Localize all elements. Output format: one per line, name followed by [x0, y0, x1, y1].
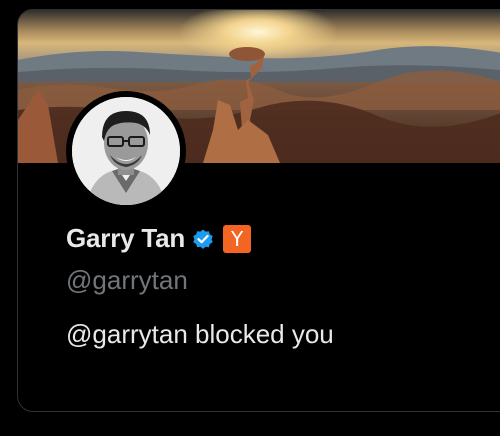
- profile-card: Garry Tan Y @garrytan @garrytan blocked …: [17, 9, 500, 412]
- name-row: Garry Tan Y: [66, 223, 252, 254]
- avatar-photo-icon: [72, 97, 180, 205]
- display-name[interactable]: Garry Tan: [66, 223, 185, 254]
- username-handle: @garrytan: [66, 265, 188, 295]
- verified-badge-icon[interactable]: [191, 227, 215, 251]
- blocked-message: @garrytan blocked you: [66, 319, 334, 349]
- y-combinator-badge[interactable]: Y: [223, 224, 252, 253]
- avatar[interactable]: [72, 97, 180, 205]
